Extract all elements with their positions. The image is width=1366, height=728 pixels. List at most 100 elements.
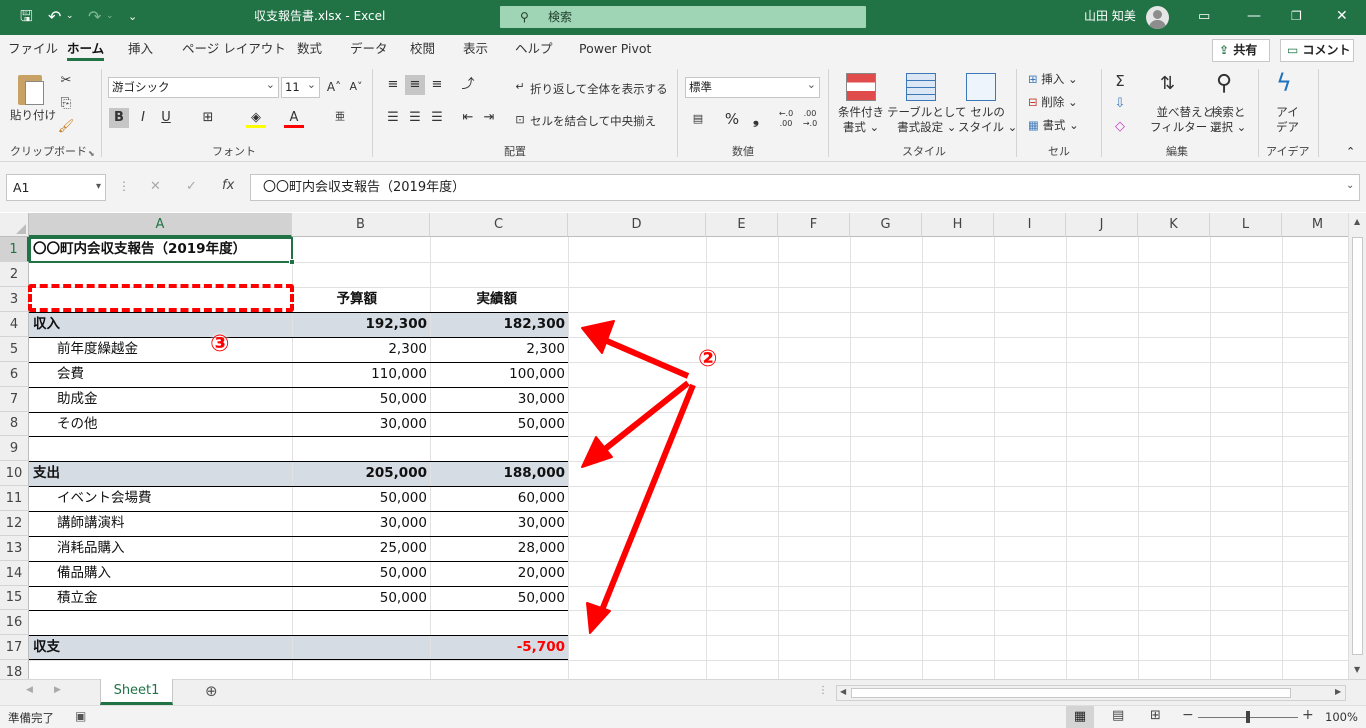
formula-input[interactable]: 〇〇町内会収支報告（2019年度） [250,174,1360,201]
tab-review[interactable]: 校閲 [410,35,435,65]
undo-icon[interactable]: ↶ [48,0,61,35]
scroll-up-icon[interactable]: ▲ [1354,217,1360,226]
share-button[interactable]: ⇪ 共有 [1212,39,1270,62]
search-box[interactable]: ⚲ 検索 [500,6,866,28]
zoom-level[interactable]: 100% [1325,710,1358,724]
restore-icon[interactable]: ❐ [1291,0,1302,35]
vertical-scrollbar[interactable]: ▲ ▼ [1348,213,1366,679]
clear-icon[interactable]: ◇ [1110,117,1130,137]
tab-page-layout[interactable]: ページ レイアウト [182,35,286,65]
format-cells-button[interactable]: ▦ 書式 ⌄ [1028,117,1079,133]
sheet-tab-sheet1[interactable]: Sheet1 [100,679,173,705]
tab-insert[interactable]: 挿入 [128,35,153,65]
comma-style-icon[interactable]: ❟ [746,109,766,129]
tab-help[interactable]: ヘルプ [515,35,553,65]
wrap-text-button[interactable]: 折り返して全体を表示する [530,81,668,97]
tab-formulas[interactable]: 数式 [297,35,322,65]
horizontal-scrollbar[interactable]: ◀ ▶ [836,685,1346,701]
copy-icon[interactable]: ⎘ [56,94,76,114]
increase-decimal-icon[interactable]: ←.0.00 [776,109,796,129]
collapse-ribbon-icon[interactable]: ⌃ [1346,145,1355,158]
align-top-icon[interactable]: ≡ [383,75,403,95]
zoom-slider-thumb[interactable] [1246,711,1250,723]
align-right-icon[interactable]: ☰ [427,108,447,128]
next-sheet-icon[interactable]: ▶ [54,685,61,695]
expand-formula-icon[interactable]: ⌄ [1346,180,1354,191]
delete-cells-button[interactable]: ⊟ 削除 ⌄ [1028,94,1078,110]
phonetic-icon[interactable]: 亜 [330,108,350,128]
fill-icon[interactable]: ⇩ [1110,94,1130,114]
name-box[interactable]: A1 ▾ [6,174,106,201]
tab-view[interactable]: 表示 [463,35,488,65]
autosum-icon[interactable]: Σ [1110,71,1130,91]
page-layout-view-icon[interactable]: ▤ [1112,708,1124,723]
decrease-indent-icon[interactable]: ⇤ [458,108,478,128]
bold-icon[interactable]: B [109,108,129,128]
scroll-left-icon[interactable]: ◀ [840,687,846,696]
align-bottom-icon[interactable]: ≡ [427,75,447,95]
zoom-out-icon[interactable]: − [1182,707,1194,723]
undo-dropdown-icon[interactable]: ⌄ [66,0,74,35]
format-as-table-button[interactable]: テーブルとして 書式設定 ⌄ [887,105,966,135]
comments-button[interactable]: ▭ コメント [1280,39,1354,62]
find-select-button[interactable]: 検索と 選択 ⌄ [1210,105,1246,135]
dialog-launcher-icon[interactable]: ⬊ [88,149,95,158]
worksheet-grid[interactable]: A B C D E F G H I J K L M 1 2 3 4 5 6 7 … [0,213,1348,679]
scroll-right-icon[interactable]: ▶ [1335,687,1341,696]
name-box-dropdown-icon[interactable]: ▾ [96,174,101,199]
align-left-icon[interactable]: ☰ [383,108,403,128]
percent-icon[interactable]: % [722,109,742,129]
ribbon-display-icon[interactable]: ▭ [1198,0,1210,35]
orientation-icon[interactable]: ⤴ [458,75,478,95]
avatar[interactable] [1146,6,1169,29]
page-break-view-icon[interactable]: ⊞ [1150,708,1161,723]
cut-icon[interactable]: ✂ [56,71,76,91]
save-icon[interactable]: 🖫 [20,0,33,35]
add-sheet-icon[interactable]: ⊕ [205,682,218,700]
paste-button[interactable]: 貼り付け [10,107,56,123]
insert-cells-button[interactable]: ⊞ 挿入 ⌄ [1028,71,1078,87]
zoom-in-icon[interactable]: + [1302,707,1314,723]
merge-center-button[interactable]: セルを結合して中央揃え [530,113,656,129]
accounting-format-icon[interactable]: ▤ [688,109,708,129]
insert-function-icon[interactable]: fx [222,178,234,193]
conditional-formatting-button[interactable]: 条件付き 書式 ⌄ [838,105,884,135]
align-center-icon[interactable]: ☰ [405,108,425,128]
tab-home[interactable]: ホーム [67,35,105,65]
tab-file[interactable]: ファイル [8,35,58,65]
font-name-select[interactable]: 游ゴシック [108,77,279,98]
fill-color-icon[interactable]: ◈ [246,108,266,128]
redo-icon[interactable]: ↷ [88,0,101,35]
ideas-button[interactable]: アイ デア [1276,105,1299,135]
user-name[interactable]: 山田 知美 [1084,0,1136,35]
underline-icon[interactable]: U [156,108,176,128]
vertical-scroll-thumb[interactable] [1352,237,1363,655]
tab-split-handle-icon[interactable]: ⋮ [818,685,828,696]
cancel-icon[interactable]: ✕ [150,179,161,194]
tab-power-pivot[interactable]: Power Pivot [579,35,651,65]
cell-styles-button[interactable]: セルの スタイル ⌄ [958,105,1017,135]
font-color-icon[interactable]: A [284,108,304,128]
decrease-font-icon[interactable]: A˅ [346,77,366,97]
customize-toolbar-icon[interactable]: ⌄ [128,0,137,35]
normal-view-icon[interactable]: ▦ [1066,706,1094,728]
decrease-decimal-icon[interactable]: .00 →.0 [800,109,820,129]
minimize-icon[interactable]: — [1247,0,1261,35]
number-format-select[interactable]: 標準 [685,77,820,98]
increase-indent-icon[interactable]: ⇥ [479,108,499,128]
font-size-select[interactable]: 11 [281,77,320,98]
increase-font-icon[interactable]: A˄ [324,77,344,97]
scroll-down-icon[interactable]: ▼ [1354,665,1360,674]
horizontal-scroll-thumb[interactable] [851,688,1291,698]
italic-icon[interactable]: I [133,108,153,128]
enter-icon[interactable]: ✓ [186,179,197,194]
align-middle-icon[interactable]: ≡ [405,75,425,95]
format-painter-icon[interactable]: 🖌 [56,117,76,137]
redo-dropdown-icon[interactable]: ⌄ [106,0,114,35]
close-icon[interactable]: ✕ [1336,0,1348,35]
paste-icon[interactable] [14,71,48,111]
prev-sheet-icon[interactable]: ◀ [26,685,33,695]
macro-record-icon[interactable]: ▣ [75,709,86,723]
borders-icon[interactable]: ⊞ [198,108,218,128]
tab-data[interactable]: データ [350,35,388,65]
